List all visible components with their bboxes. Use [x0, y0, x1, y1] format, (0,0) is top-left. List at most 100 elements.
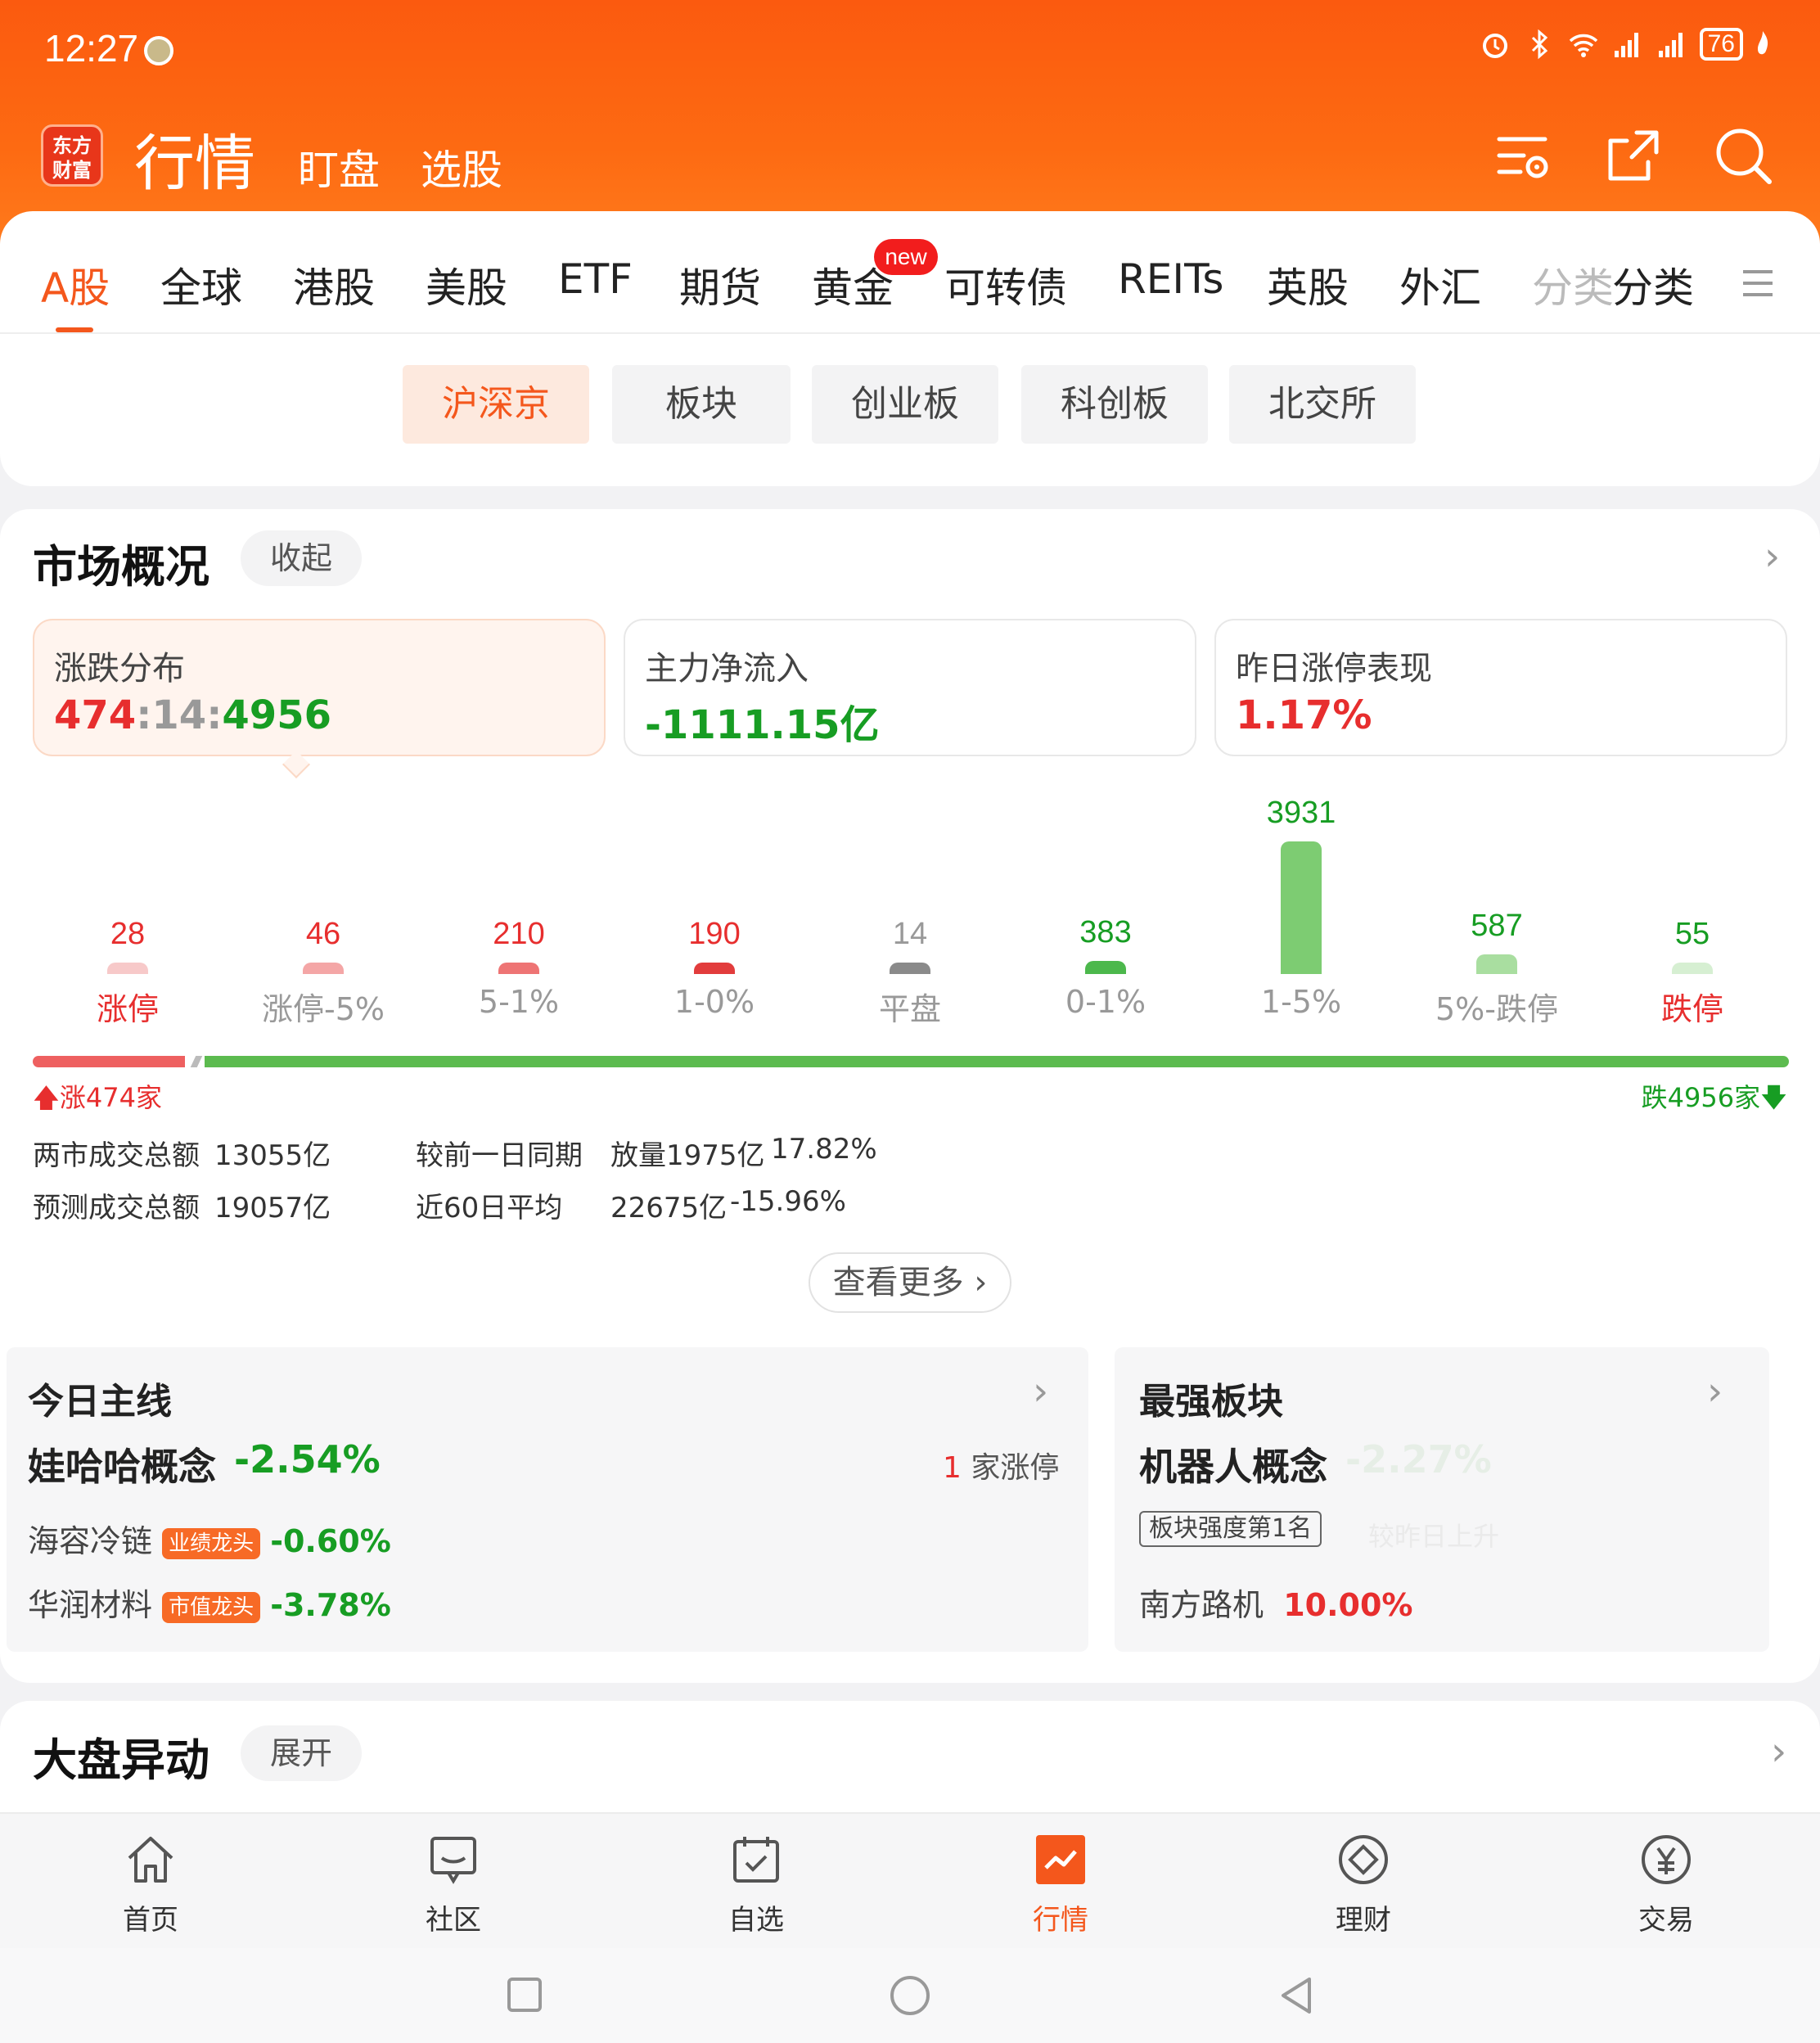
card-yesterday-limit[interactable]: 昨日涨停表现 1.17%	[1214, 619, 1787, 756]
bar-category-0: 涨停	[96, 991, 159, 1027]
mainline-stock-2[interactable]: 华润材料 市值龙头 -3.78%	[28, 1580, 391, 1625]
avg-label: 近60日平均	[416, 1192, 563, 1224]
nav-community[interactable]: 社区	[372, 1830, 535, 1937]
mainline-title: 今日主线	[28, 1381, 172, 1423]
nav-watchlist[interactable]: 自选	[674, 1830, 838, 1937]
notification-icon	[144, 36, 173, 65]
search-icon[interactable]	[1712, 124, 1776, 188]
anomaly-chevron-icon[interactable]: ›	[1771, 1729, 1786, 1775]
up-count: 🡅涨474家	[33, 1082, 162, 1113]
view-more-button[interactable]: 查看更多 ›	[809, 1252, 1011, 1313]
tab-reits[interactable]: REITs	[1118, 255, 1223, 303]
collapse-button[interactable]: 收起	[241, 530, 363, 586]
total-value: 13055亿	[214, 1139, 331, 1172]
nav-home[interactable]: 首页	[69, 1830, 232, 1937]
bar-4	[890, 963, 930, 974]
nav-market[interactable]: 行情	[979, 1830, 1142, 1937]
card-distribution[interactable]: 涨跌分布 474:14:4956	[33, 619, 606, 756]
bar-1	[303, 963, 344, 974]
nav-trade[interactable]: 交易	[1584, 1830, 1748, 1937]
bar-3	[694, 963, 735, 974]
divider	[0, 332, 1820, 334]
settings-list-icon[interactable]	[1491, 124, 1555, 188]
tab-uk[interactable]: 英股	[1267, 255, 1349, 314]
tab-forex[interactable]: 外汇	[1399, 255, 1481, 314]
wifi-icon	[1569, 34, 1597, 57]
compare-label: 较前一日同期	[416, 1139, 583, 1172]
bar-category-2: 5-1%	[478, 984, 560, 1020]
predict-value: 19057亿	[214, 1192, 331, 1224]
bluetooth-icon	[1531, 29, 1547, 60]
tab-global[interactable]: 全球	[160, 255, 242, 314]
tab-hk[interactable]: 港股	[293, 255, 375, 314]
strongest-stock[interactable]: 南方路机 10.00%	[1139, 1580, 1412, 1625]
bar-value-3: 190	[688, 917, 741, 951]
bar-7	[1476, 954, 1517, 974]
back-icon[interactable]	[1277, 1974, 1316, 2017]
subtab-sector[interactable]: 板块	[612, 365, 791, 444]
system-nav	[0, 1948, 1820, 2043]
market-title: 市场概况	[33, 541, 209, 593]
nav-watch[interactable]: 盯盘	[298, 138, 380, 196]
tab-category[interactable]: 分类	[1612, 255, 1694, 314]
diamond-icon	[1339, 1835, 1388, 1884]
bar-6	[1281, 841, 1322, 974]
tab-convertible[interactable]: 可转债	[944, 255, 1067, 314]
bar-category-6: 1-5%	[1260, 984, 1342, 1020]
home-icon	[128, 1837, 173, 1883]
charging-icon	[1758, 31, 1768, 55]
mainline-pct: -2.54%	[234, 1437, 381, 1482]
anomaly-title: 大盘异动	[33, 1734, 209, 1786]
home-circle-icon[interactable]	[889, 1974, 931, 2017]
bar-category-4: 平盘	[878, 991, 941, 1027]
total-label: 两市成交总额	[33, 1139, 200, 1172]
app-logo[interactable]: 东方 财富	[41, 124, 103, 187]
ratio-up-bar	[33, 1056, 185, 1067]
ratio-down-bar	[205, 1056, 1789, 1067]
card-main-inflow[interactable]: 主力净流入 -1111.15亿	[624, 619, 1196, 756]
strongest-title: 最强板块	[1139, 1381, 1283, 1423]
bar-value-6: 3931	[1266, 796, 1336, 830]
chat-icon	[430, 1837, 476, 1884]
nav-wealth[interactable]: 理财	[1282, 1830, 1445, 1937]
bar-category-3: 1-0%	[673, 984, 755, 1020]
subtab-hushenjing[interactable]: 沪深京	[403, 365, 589, 444]
mainline-stock-1[interactable]: 海容冷链 业绩龙头 -0.60%	[28, 1516, 391, 1561]
bar-category-5: 0-1%	[1065, 984, 1147, 1020]
strongest-name: 机器人概念	[1139, 1445, 1327, 1489]
subtab-bse[interactable]: 北交所	[1229, 365, 1416, 444]
expand-button[interactable]: 展开	[241, 1725, 363, 1781]
strongest-rank: 板块强度第1名	[1139, 1511, 1322, 1547]
avg-pct: -15.96%	[730, 1185, 846, 1218]
chevron-right-icon[interactable]: ›	[1764, 534, 1780, 580]
calendar-check-icon	[733, 1837, 779, 1883]
bar-2	[498, 963, 539, 974]
tab-etf[interactable]: ETF	[558, 255, 633, 303]
bar-0	[107, 963, 148, 974]
bar-category-1: 涨停-5%	[262, 991, 385, 1027]
mainline-limit: 1 家涨停	[943, 1451, 1060, 1485]
recents-icon[interactable]	[506, 1976, 543, 2014]
subtab-chinext[interactable]: 创业板	[812, 365, 998, 444]
share-icon[interactable]	[1601, 124, 1665, 188]
strongest-chevron-icon[interactable]: ›	[1707, 1369, 1723, 1414]
bottom-nav: 首页 社区 自选 行情 理财 交易	[0, 1812, 1820, 1948]
compare-pct: 17.82%	[771, 1133, 877, 1166]
strongest-rank-note: 较昨日上升	[1368, 1521, 1500, 1552]
mainline-name: 娃哈哈概念	[28, 1445, 216, 1489]
subtab-star[interactable]: 科创板	[1021, 365, 1208, 444]
menu-icon[interactable]	[1740, 267, 1776, 300]
header-bar: 12:27 76 东方 财富 行情 盯盘 选股	[0, 0, 1820, 246]
tab-futures[interactable]: 期货	[679, 255, 761, 314]
tab-category-ghost: 分类	[1532, 264, 1614, 312]
nav-stock-picker[interactable]: 选股	[421, 138, 502, 196]
predict-label: 预测成交总额	[33, 1192, 200, 1224]
bar-value-8: 55	[1674, 917, 1710, 951]
yuan-icon	[1642, 1835, 1691, 1884]
strongest-pct: -2.27%	[1345, 1437, 1492, 1482]
mainline-chevron-icon[interactable]: ›	[1033, 1369, 1048, 1414]
tab-us[interactable]: 美股	[426, 255, 507, 314]
compare-value: 放量1975亿	[610, 1139, 765, 1172]
tab-a-shares[interactable]: A股	[41, 255, 110, 314]
bar-value-2: 210	[493, 917, 545, 951]
